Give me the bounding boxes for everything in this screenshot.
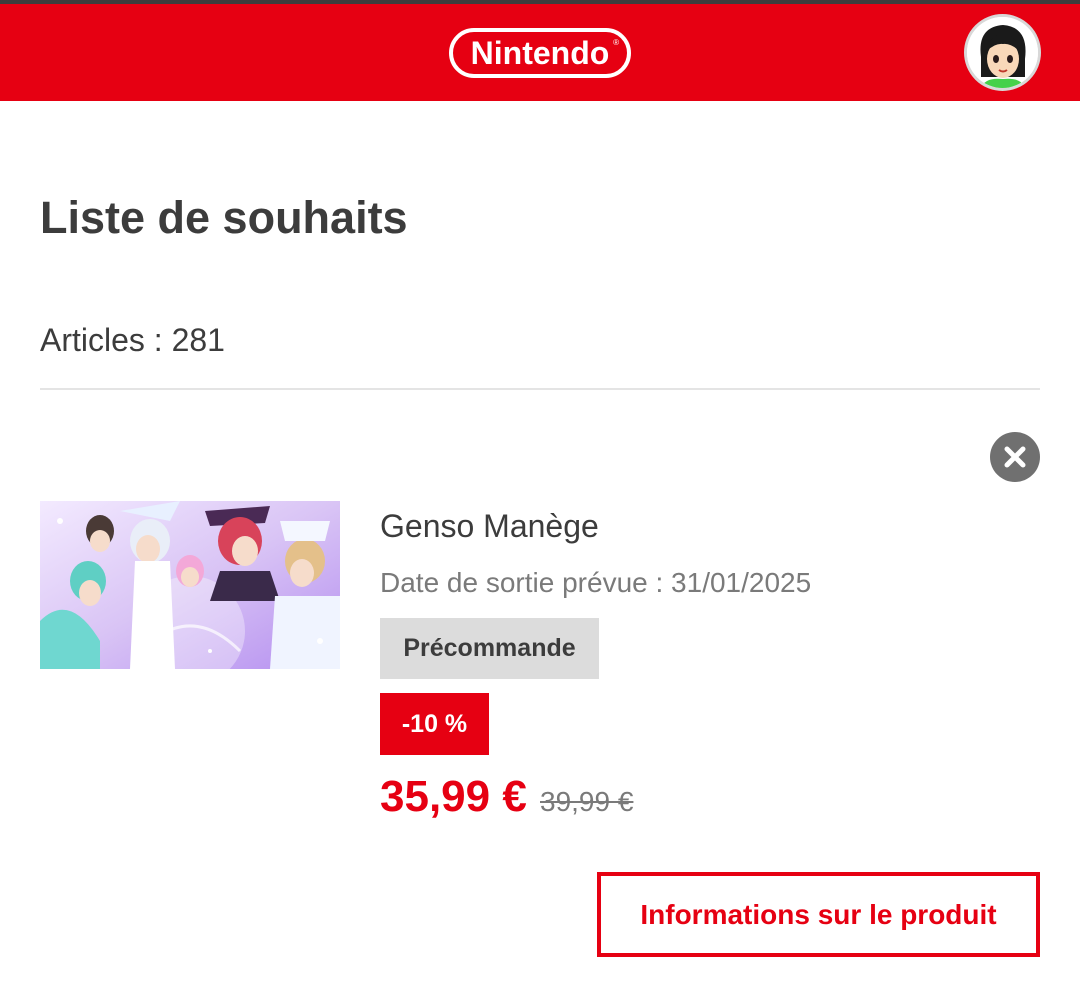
remove-item-button[interactable] xyxy=(990,432,1040,482)
release-date: Date de sortie prévue : 31/01/2025 xyxy=(380,567,812,598)
nintendo-logo[interactable]: Nintendo ® xyxy=(449,28,631,78)
divider xyxy=(40,388,1040,390)
preorder-badge: Précommande xyxy=(380,618,599,679)
original-price: 39,99 € xyxy=(540,786,634,817)
game-thumbnail[interactable] xyxy=(40,501,340,669)
registered-mark: ® xyxy=(613,38,619,47)
user-avatar-icon[interactable] xyxy=(964,14,1041,91)
wishlist-item-count: Articles : 281 xyxy=(40,322,225,358)
site-header: Nintendo ® xyxy=(0,4,1080,101)
sale-price: 35,99 € xyxy=(380,772,527,821)
product-info-button[interactable]: Informations sur le produit xyxy=(597,872,1040,957)
page-title: Liste de souhaits xyxy=(40,192,408,243)
logo-text: Nintendo xyxy=(470,34,610,71)
game-title[interactable]: Genso Manège xyxy=(380,508,599,545)
discount-badge: -10 % xyxy=(380,693,489,755)
close-icon xyxy=(1004,446,1026,468)
